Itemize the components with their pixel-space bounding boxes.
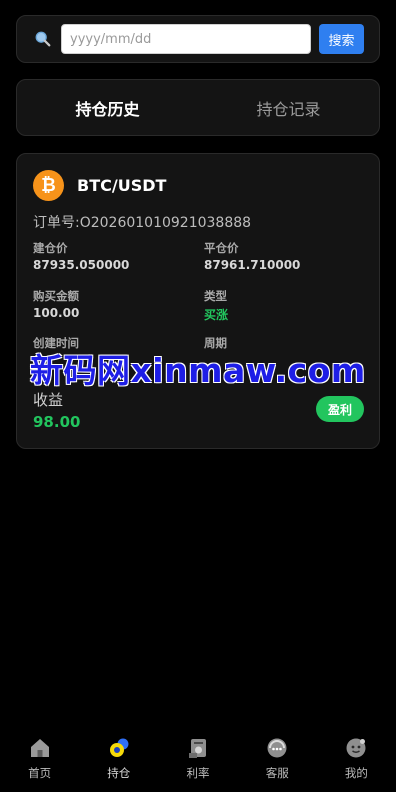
close-price-value: 87961.710000	[204, 258, 301, 272]
date-search-input[interactable]	[61, 24, 311, 54]
profit-value: 98.00	[33, 413, 81, 431]
nav-item-support[interactable]: 客服	[238, 728, 317, 792]
nav-item-home[interactable]: 首页	[0, 728, 79, 792]
type-label: 类型	[204, 289, 227, 303]
nav-label-home: 首页	[28, 766, 52, 780]
nav-label-positions: 持仓	[107, 766, 131, 780]
rate-icon	[189, 739, 206, 758]
tab-position-history[interactable]: 持仓历史	[17, 80, 198, 135]
tab-bar: 持仓历史 持仓记录	[16, 79, 380, 136]
tab-position-records[interactable]: 持仓记录	[198, 80, 379, 135]
nav-item-profile[interactable]: 我的	[317, 728, 396, 792]
open-price-value: 87935.050000	[33, 258, 130, 272]
nav-label-profile: 我的	[344, 766, 368, 780]
profile-icon	[346, 738, 366, 758]
nav-item-rate[interactable]: 利率	[158, 728, 237, 792]
amount-value: 100.00	[33, 306, 80, 320]
nav-label-rate: 利率	[186, 766, 210, 780]
open-price-label: 建仓价	[33, 241, 68, 255]
nav-label-support: 客服	[265, 766, 289, 780]
order-card[interactable]: ₿ BTC/USDT 订单号:O202601010921038888 建仓价 8…	[16, 153, 380, 449]
search-icon	[35, 31, 51, 47]
trading-pair: BTC/USDT	[77, 176, 167, 195]
type-value: 买涨	[204, 308, 229, 322]
home-icon	[30, 739, 49, 757]
watermark: 新码网xinmaw.com	[30, 351, 366, 390]
order-number: 订单号:O202601010921038888	[33, 215, 252, 231]
bitcoin-icon: ₿	[33, 170, 64, 201]
nav-item-positions[interactable]: 持仓	[79, 728, 158, 792]
profit-label: 收益	[33, 391, 64, 409]
search-bar: 搜索	[16, 15, 380, 63]
amount-label: 购买金额	[33, 289, 79, 303]
bottom-nav: 首页 持仓 利率 客服 我的	[0, 728, 396, 792]
close-price-label: 平仓价	[204, 241, 239, 255]
search-button[interactable]: 搜索	[319, 24, 364, 54]
support-icon	[267, 738, 287, 758]
status-badge: 盈利	[316, 396, 364, 422]
positions-icon	[109, 738, 129, 757]
